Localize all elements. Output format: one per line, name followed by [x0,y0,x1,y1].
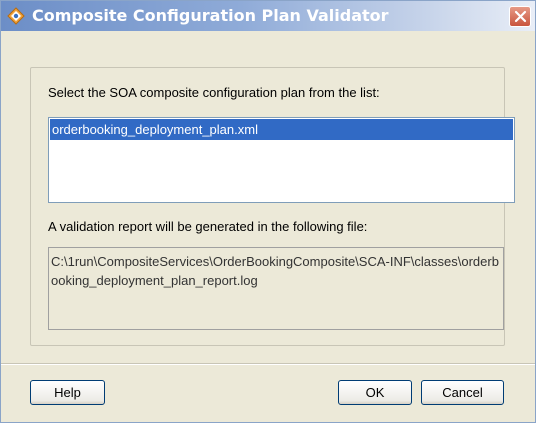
plan-prompt-label: Select the SOA composite configuration p… [48,85,380,100]
help-button[interactable]: Help [30,380,105,405]
plan-list[interactable]: orderbooking_deployment_plan.xml [48,117,515,203]
ok-button[interactable]: OK [338,380,412,405]
report-file-path[interactable]: C:\1run\CompositeServices\OrderBookingCo… [48,247,504,330]
window-title: Composite Configuration Plan Validator [32,6,389,25]
oracle-app-icon [7,7,25,25]
plan-list-item[interactable]: orderbooking_deployment_plan.xml [50,119,513,140]
close-button[interactable] [509,6,531,27]
close-icon [514,10,527,23]
validator-dialog: Composite Configuration Plan Validator S… [0,0,536,423]
footer-separator [1,363,535,365]
report-file-label: A validation report will be generated in… [48,219,368,234]
title-bar[interactable]: Composite Configuration Plan Validator [1,1,535,31]
cancel-button[interactable]: Cancel [421,380,504,405]
